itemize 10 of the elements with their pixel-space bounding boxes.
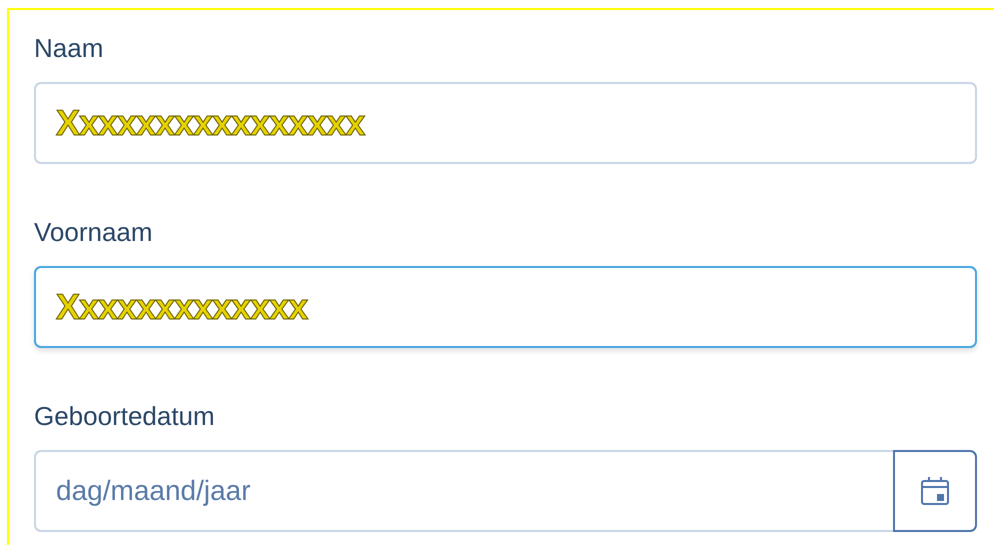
calendar-button[interactable] [893,450,977,532]
date-field[interactable]: dag/maand/jaar [34,450,893,532]
text-field[interactable]: Xxxxxxxxxxxxx [34,266,977,348]
text-field[interactable]: Xxxxxxxxxxxxxxxx [34,82,977,164]
field-label: Voornaam [34,216,154,249]
field-label: Geboortedatum [34,400,216,433]
field-label: Naam [34,32,104,65]
field-value: Xxxxxxxxxxxxx [56,286,308,328]
calendar-icon [919,475,951,507]
field-value: Xxxxxxxxxxxxxxxx [56,102,364,144]
